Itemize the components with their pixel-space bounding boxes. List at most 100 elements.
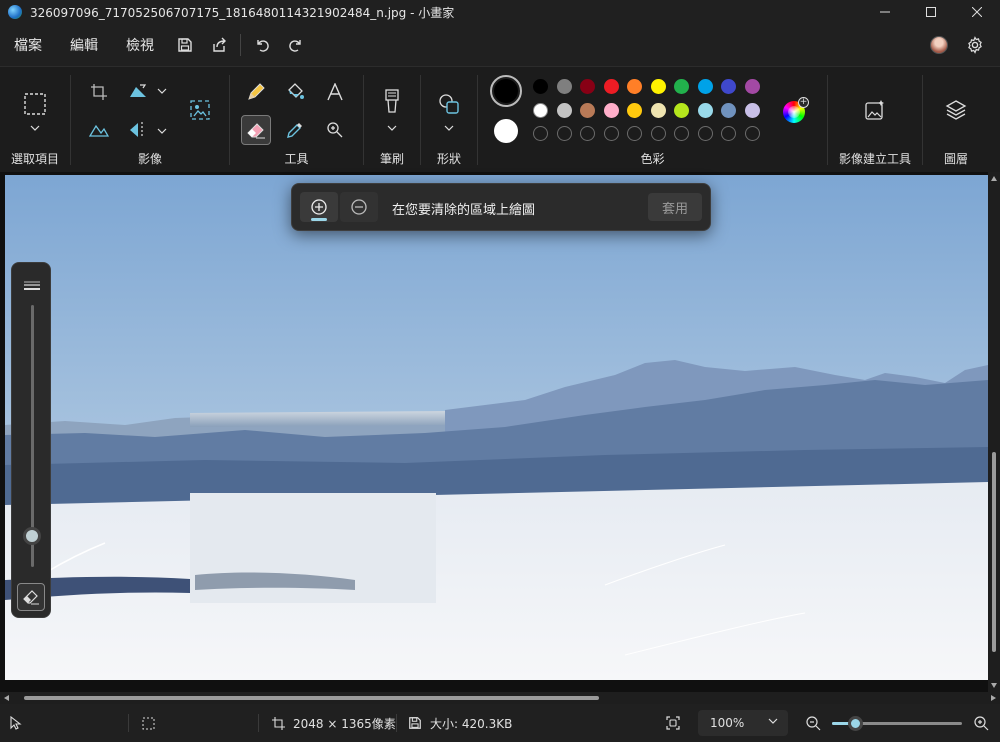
canvas-image[interactable] [5,175,988,680]
custom-color-slot[interactable] [697,126,713,141]
shapes-dropdown[interactable] [444,123,454,133]
rotate-button[interactable] [123,77,153,107]
color-picker-button[interactable] [280,115,310,145]
remove-background-button[interactable] [185,95,215,125]
brushes-group-label: 筆刷 [379,152,404,166]
custom-color-slot[interactable] [650,126,666,141]
chevron-down-icon [444,125,454,131]
custom-color-slot[interactable] [533,126,548,141]
menu-view[interactable]: 檢視 [112,24,168,66]
menu-bar: 檔案 編輯 檢視 [0,24,1000,66]
primary-color-button[interactable] [490,75,522,107]
color-swatch[interactable] [533,79,548,94]
brush-size-panel [11,262,51,618]
brush-tool-button[interactable] [377,87,407,117]
minimize-button[interactable] [862,0,908,24]
custom-color-slot[interactable] [744,126,760,141]
menubar-right [930,24,992,66]
image-creator-button[interactable] [860,95,890,125]
magnifier-button[interactable] [320,115,350,145]
custom-color-slot[interactable] [556,126,572,141]
subtract-area-button[interactable] [340,192,378,222]
zoom-out-button[interactable] [805,704,821,742]
horizontal-scrollbar[interactable] [0,692,1000,704]
scroll-left-arrow[interactable] [4,695,9,701]
apply-button[interactable]: 套用 [648,193,702,221]
canvas-viewport[interactable] [0,172,1000,692]
color-swatch[interactable] [650,79,666,94]
custom-color-slot[interactable] [603,126,619,141]
color-swatch[interactable] [674,79,689,94]
fit-to-window-button[interactable] [666,704,680,742]
color-swatch[interactable] [603,103,619,118]
color-swatch[interactable] [744,103,760,118]
text-tool-button[interactable] [320,77,350,107]
window-title: 326097096_717052506707175_18164801143219… [30,5,455,20]
add-color-icon: + [798,97,809,108]
pencil-tool-button[interactable] [241,77,271,107]
custom-color-slot[interactable] [674,126,689,141]
layers-button[interactable] [941,95,971,125]
plus-circle-icon [311,199,327,215]
fill-tool-button[interactable] [280,77,310,107]
menu-file[interactable]: 檔案 [0,24,56,66]
zoom-slider-thumb[interactable] [848,716,864,731]
zoom-in-button[interactable] [973,704,989,742]
scroll-down-arrow[interactable] [991,683,997,688]
color-swatch[interactable] [533,103,548,118]
redo-button[interactable] [279,28,313,62]
scroll-up-arrow[interactable] [991,176,997,181]
color-swatch[interactable] [556,79,572,94]
share-button[interactable] [202,28,236,62]
save-button[interactable] [168,28,202,62]
color-swatch[interactable] [556,103,572,118]
color-swatch[interactable] [721,79,736,94]
eyedropper-icon [287,123,302,138]
brushes-group: 筆刷 [364,67,420,173]
shapes-button[interactable] [434,89,464,119]
vertical-scroll-thumb[interactable] [992,452,996,652]
account-avatar[interactable] [930,36,948,54]
menu-edit[interactable]: 編輯 [56,24,112,66]
color-swatch[interactable] [580,79,595,94]
undo-button[interactable] [245,28,279,62]
zoom-level-text: 100% [710,716,745,730]
color-swatch[interactable] [697,79,713,94]
select-tool-button[interactable] [20,89,50,119]
brush-dropdown[interactable] [387,123,397,133]
maximize-button[interactable] [908,0,954,24]
horizontal-scroll-thumb[interactable] [24,696,599,700]
zoom-level-dropdown[interactable]: 100% [698,710,788,736]
color-swatch[interactable] [627,79,642,94]
custom-color-slot[interactable] [627,126,642,141]
color-swatch[interactable] [697,103,713,118]
add-area-button[interactable] [300,192,338,222]
edit-colors-button[interactable]: + [783,97,809,123]
color-swatch[interactable] [603,79,619,94]
color-swatch[interactable] [744,79,760,94]
custom-color-slot[interactable] [721,126,736,141]
settings-button[interactable] [958,28,992,62]
brush-size-slider-thumb[interactable] [23,526,41,545]
color-swatch[interactable] [580,103,595,118]
scroll-right-arrow[interactable] [991,695,996,701]
close-button[interactable] [954,0,1000,24]
secondary-color-button[interactable] [494,119,518,143]
flip-button[interactable] [123,115,153,145]
color-swatch[interactable] [627,103,642,118]
resize-button[interactable] [84,115,114,145]
cursor-position [10,704,22,742]
flip-dropdown[interactable] [157,126,167,136]
title-bar: 326097096_717052506707175_18164801143219… [0,0,1000,24]
rotate-dropdown[interactable] [157,86,167,96]
color-swatch[interactable] [650,103,666,118]
custom-color-slot[interactable] [580,126,595,141]
fit-screen-icon [666,716,680,730]
select-dropdown[interactable] [30,123,40,133]
crop-button[interactable] [84,77,114,107]
eraser-mode-button[interactable] [17,583,45,611]
color-swatch[interactable] [674,103,689,118]
color-swatch[interactable] [721,103,736,118]
vertical-scrollbar[interactable] [988,172,1000,692]
eraser-tool-button[interactable] [241,115,271,145]
